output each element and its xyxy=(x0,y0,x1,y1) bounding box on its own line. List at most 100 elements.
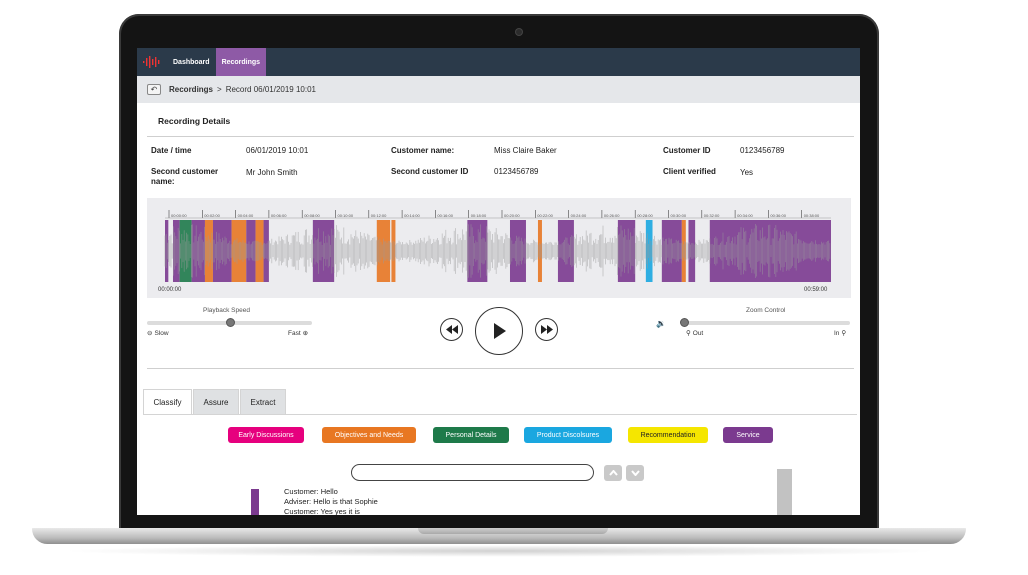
timeline-tick-label: 00:28:00 xyxy=(637,213,653,218)
timeline-tick-label: 00:06:00 xyxy=(271,213,287,218)
timeline-tick-label: 00:14:00 xyxy=(404,213,420,218)
second-customer-name-label: Second customer name: xyxy=(151,167,219,186)
transcript-speaker: Customer: xyxy=(284,507,319,515)
playback-speed-label: Playback Speed xyxy=(203,307,250,314)
divider xyxy=(147,136,854,137)
date-time-label: Date / time xyxy=(151,146,192,155)
waveform-segment[interactable] xyxy=(165,220,169,282)
fast-forward-button[interactable] xyxy=(535,318,558,341)
second-customer-name-value: Mr John Smith xyxy=(246,168,298,177)
second-customer-id-value: 0123456789 xyxy=(494,167,539,176)
transcript-line: Customer: Yes yes it is xyxy=(284,507,360,515)
timeline-tick-label: 00:32:00 xyxy=(704,213,720,218)
waveform-canvas[interactable]: 00:00:00 00:02:00 00:04:00 00:06:00 00:08:00… xyxy=(147,198,851,298)
waveform-logo-icon[interactable] xyxy=(137,48,167,76)
volume-icon[interactable]: 🔉 xyxy=(656,319,666,328)
waveform-timeline[interactable]: 00:00:00 00:02:00 00:04:00 00:06:00 00:08:00… xyxy=(147,198,851,298)
zoom-in-label[interactable]: In ⚲ xyxy=(834,329,847,338)
tag-personal-details[interactable]: Personal Details xyxy=(433,427,509,443)
recording-details-title: Recording Details xyxy=(158,116,231,126)
fast-label[interactable]: Fast ⊕ xyxy=(288,329,309,338)
play-icon xyxy=(494,323,506,339)
breadcrumb-current: Record 06/01/2019 10:01 xyxy=(225,85,316,94)
transcript-speaker: Adviser: xyxy=(284,497,312,506)
transcript-category-marker xyxy=(251,489,259,515)
chevron-down-icon xyxy=(630,470,640,476)
fast-icon: ⊕ xyxy=(302,330,309,337)
app-screen: Dashboard Recordings ↶ Recordings > Reco… xyxy=(137,48,860,515)
customer-name-label: Customer name: xyxy=(391,146,455,155)
camera-icon xyxy=(516,29,522,35)
divider xyxy=(147,368,854,369)
customer-id-value: 0123456789 xyxy=(740,146,785,155)
transcript-search-input[interactable] xyxy=(351,464,594,481)
tab-extract[interactable]: Extract xyxy=(240,389,286,415)
timeline-tick-label: 00:18:00 xyxy=(471,213,487,218)
tag-early-discussions[interactable]: Early Discussions xyxy=(228,427,304,443)
start-time: 00:00:00 xyxy=(158,287,182,293)
timeline-tick-label: 00:30:00 xyxy=(671,213,687,218)
play-button[interactable] xyxy=(475,307,523,355)
slow-icon: ⊖ xyxy=(147,330,153,337)
timeline-tick-label: 00:16:00 xyxy=(437,213,453,218)
waveform-segment[interactable] xyxy=(172,220,180,282)
zoom-slider[interactable] xyxy=(682,321,850,325)
zoom-in-text: In xyxy=(834,329,840,337)
customer-id-label: Customer ID xyxy=(663,146,711,155)
tab-assure[interactable]: Assure xyxy=(193,389,239,415)
slow-text: Slow xyxy=(154,329,169,337)
search-next-button[interactable] xyxy=(626,465,644,481)
tag-objectives-and-needs[interactable]: Objectives and Needs xyxy=(322,427,416,443)
zoom-in-icon: ⚲ xyxy=(841,330,847,337)
tag-service[interactable]: Service xyxy=(723,427,773,443)
laptop-shadow xyxy=(60,545,940,557)
timeline-tick-label: 00:12:00 xyxy=(371,213,387,218)
timeline-tick-label: 00:22:00 xyxy=(537,213,553,218)
zoom-out-icon: ⚲ xyxy=(686,330,691,337)
slow-label[interactable]: ⊖ Slow xyxy=(147,329,169,338)
transcript-line: Customer: Hello xyxy=(284,487,338,496)
transcript-line: Adviser: Hello is that Sophie xyxy=(284,497,378,506)
timeline-tick-label: 00:36:00 xyxy=(770,213,786,218)
transcript-text: Hello is that Sophie xyxy=(313,497,378,506)
transcript-text: Yes yes it is xyxy=(320,507,360,515)
breadcrumb-separator: > xyxy=(217,85,222,94)
playback-speed-handle[interactable] xyxy=(225,318,235,327)
breadcrumb: ↶ Recordings > Record 06/01/2019 10:01 xyxy=(137,76,860,103)
end-time: 00:59:00 xyxy=(804,287,828,293)
waveform-segment[interactable] xyxy=(617,220,636,282)
tab-classify[interactable]: Classify xyxy=(143,389,192,415)
date-time-value: 06/01/2019 10:01 xyxy=(246,146,309,155)
timeline-tick-label: 00:02:00 xyxy=(204,213,220,218)
top-navigation: Dashboard Recordings xyxy=(137,48,860,76)
tag-recommendation[interactable]: Recommendation xyxy=(628,427,708,443)
customer-name-value: Miss Claire Baker xyxy=(494,146,557,155)
timeline-tick-label: 00:08:00 xyxy=(304,213,320,218)
timeline-tick-label: 00:10:00 xyxy=(338,213,354,218)
timeline-tick-label: 00:34:00 xyxy=(737,213,753,218)
rewind-icon xyxy=(445,325,458,334)
second-customer-id-label: Second customer ID xyxy=(391,167,469,176)
back-arrow-icon[interactable]: ↶ xyxy=(147,84,161,95)
timeline-tick-label: 00:26:00 xyxy=(604,213,620,218)
zoom-handle[interactable] xyxy=(680,318,689,327)
timeline-tick-label: 00:04:00 xyxy=(238,213,254,218)
nav-dashboard[interactable]: Dashboard xyxy=(167,48,216,76)
laptop-notch xyxy=(418,528,608,534)
transcript-text: Hello xyxy=(320,487,338,496)
search-previous-button[interactable] xyxy=(604,465,622,481)
chevron-up-icon xyxy=(608,470,618,476)
timeline-tick-label: 00:20:00 xyxy=(504,213,520,218)
zoom-out-text: Out xyxy=(692,329,704,337)
breadcrumb-recordings-link[interactable]: Recordings xyxy=(169,85,213,94)
timeline-tick-label: 00:38:00 xyxy=(804,213,820,218)
fast-forward-icon xyxy=(540,325,553,334)
nav-recordings[interactable]: Recordings xyxy=(215,48,267,76)
tag-product-disclosures[interactable]: Product Discolsures xyxy=(524,427,612,443)
rewind-button[interactable] xyxy=(440,318,463,341)
tab-divider xyxy=(143,414,857,415)
timeline-tick-label: 00:00:00 xyxy=(171,213,187,218)
waveform-segment[interactable] xyxy=(645,220,653,282)
transcript-scrollbar[interactable] xyxy=(777,469,792,515)
zoom-out-label[interactable]: ⚲ Out xyxy=(686,329,704,338)
